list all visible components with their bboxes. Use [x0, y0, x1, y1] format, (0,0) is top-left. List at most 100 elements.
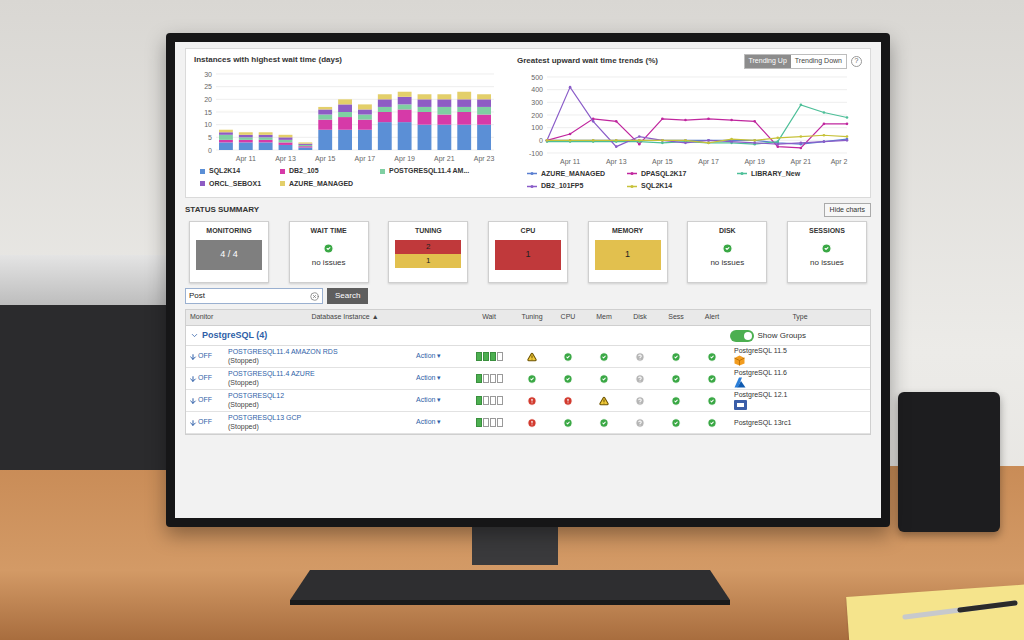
group-row[interactable]: PostgreSQL (4)Show Groups: [186, 326, 870, 346]
monitor-cell[interactable]: OFF: [186, 417, 226, 428]
line-point: [707, 117, 710, 120]
instance-cell[interactable]: POSTGRESQL13 GCP(Stopped): [226, 414, 416, 430]
monitor-cell[interactable]: OFF: [186, 395, 226, 406]
status-card[interactable]: DISKno issues: [687, 221, 767, 283]
instance-cell[interactable]: POSTGRESQL11.4 AZURE(Stopped): [226, 370, 416, 386]
bar[interactable]: [338, 99, 352, 150]
column-header[interactable]: Wait: [464, 312, 514, 323]
line-series[interactable]: [546, 85, 849, 147]
check-icon: [599, 374, 609, 384]
bar[interactable]: [358, 104, 372, 150]
bar[interactable]: [318, 107, 332, 150]
status-card-label: SESSIONS: [809, 226, 845, 237]
line-series[interactable]: [546, 103, 849, 145]
bar[interactable]: [279, 135, 293, 150]
bar-segment: [239, 137, 253, 140]
status-card[interactable]: MEMORY1: [588, 221, 668, 283]
instance-name[interactable]: POSTGRESQL11.4 AMAZON RDS: [228, 348, 416, 356]
bar[interactable]: [259, 132, 273, 150]
column-header[interactable]: Tuning: [514, 312, 550, 323]
trend-toggle-button[interactable]: Trending Down: [791, 55, 846, 68]
check-icon: [563, 374, 573, 384]
status-count[interactable]: 1: [495, 240, 561, 270]
bar-segment: [318, 120, 332, 130]
line-point: [730, 137, 733, 140]
monitor-cell[interactable]: OFF: [186, 351, 226, 362]
table-row[interactable]: OFFPOSTGRESQL11.4 AMAZON RDS(Stopped)Act…: [186, 346, 870, 368]
instance-cell[interactable]: POSTGRESQL11.4 AMAZON RDS(Stopped): [226, 348, 416, 364]
instance-cell[interactable]: POSTGRESQL12(Stopped): [226, 392, 416, 408]
status-cell: [658, 374, 694, 384]
status-cell: [514, 352, 550, 362]
toggle-switch[interactable]: [730, 330, 754, 342]
action-menu[interactable]: Action ▾: [416, 373, 464, 384]
bar-segment: [398, 104, 412, 109]
instance-name[interactable]: POSTGRESQL13 GCP: [228, 414, 416, 422]
column-header[interactable]: Type: [730, 312, 870, 323]
column-header[interactable]: Disk: [622, 312, 658, 323]
search-button[interactable]: Search: [327, 288, 368, 304]
bar[interactable]: [437, 94, 451, 150]
line-point: [707, 139, 710, 142]
bar-segment: [358, 115, 372, 120]
column-header[interactable]: Database Instance ▲: [226, 312, 464, 323]
action-menu[interactable]: Action ▾: [416, 395, 464, 406]
column-header[interactable]: Sess: [658, 312, 694, 323]
action-menu[interactable]: Action ▾: [416, 351, 464, 362]
legend-line-icon: [627, 171, 637, 176]
status-card[interactable]: SESSIONSno issues: [787, 221, 867, 283]
status-card[interactable]: TUNING 21: [388, 221, 468, 283]
bar[interactable]: [298, 142, 312, 150]
bar[interactable]: [477, 94, 491, 150]
line-point: [707, 139, 710, 142]
line-point: [569, 85, 572, 88]
line-point: [684, 118, 687, 121]
line-series[interactable]: [546, 133, 849, 143]
column-header[interactable]: Alert: [694, 312, 730, 323]
table-row[interactable]: OFFPOSTGRESQL13 GCP(Stopped)Action ▾Post…: [186, 412, 870, 434]
bar[interactable]: [418, 94, 432, 150]
search-field[interactable]: Post: [185, 288, 323, 304]
bar[interactable]: [398, 92, 412, 150]
status-count[interactable]: 2: [395, 240, 461, 254]
hide-charts-button[interactable]: Hide charts: [824, 203, 871, 218]
instance-name[interactable]: POSTGRESQL12: [228, 392, 416, 400]
status-cell: [658, 352, 694, 362]
status-card[interactable]: CPU1: [488, 221, 568, 283]
status-card[interactable]: WAIT TIMEno issues: [289, 221, 369, 283]
bar-segment: [239, 142, 253, 150]
speaker: [898, 392, 1000, 532]
arrow-down-icon: [189, 397, 197, 405]
legend-item: AZURE_MANAGED: [280, 179, 380, 190]
clear-icon[interactable]: [310, 292, 319, 301]
line-point: [753, 141, 756, 144]
status-card-label: TUNING: [415, 226, 442, 237]
help-button[interactable]: ?: [851, 56, 862, 67]
bar-segment: [457, 92, 471, 100]
bar[interactable]: [378, 94, 392, 150]
instance-name[interactable]: POSTGRESQL11.4 AZURE: [228, 370, 416, 378]
column-header[interactable]: Monitor: [186, 312, 226, 323]
trend-toggle-button[interactable]: Trending Up: [745, 55, 791, 68]
status-count[interactable]: 1: [395, 254, 461, 268]
svg-text:400: 400: [531, 86, 543, 93]
bar[interactable]: [219, 130, 233, 150]
y-tick: 30: [204, 71, 494, 78]
trend-toggle: Trending UpTrending Down: [744, 54, 847, 69]
table-row[interactable]: OFFPOSTGRESQL12(Stopped)Action ▾PostgreS…: [186, 390, 870, 412]
bar[interactable]: [457, 92, 471, 150]
column-header[interactable]: Mem: [586, 312, 622, 323]
table-row[interactable]: OFFPOSTGRESQL11.4 AZURE(Stopped)Action ▾…: [186, 368, 870, 390]
wait-meter-segment: [476, 418, 482, 427]
status-card[interactable]: MONITORING4 / 4: [189, 221, 269, 283]
status-card-value: 4 / 4: [196, 240, 262, 270]
expand-icon[interactable]: [190, 331, 199, 340]
line-series[interactable]: [546, 117, 849, 149]
bar[interactable]: [239, 132, 253, 150]
bar-segment: [398, 122, 412, 150]
status-count[interactable]: 1: [595, 240, 661, 270]
action-menu[interactable]: Action ▾: [416, 417, 464, 428]
line-point: [546, 139, 549, 142]
monitor-cell[interactable]: OFF: [186, 373, 226, 384]
column-header[interactable]: CPU: [550, 312, 586, 323]
